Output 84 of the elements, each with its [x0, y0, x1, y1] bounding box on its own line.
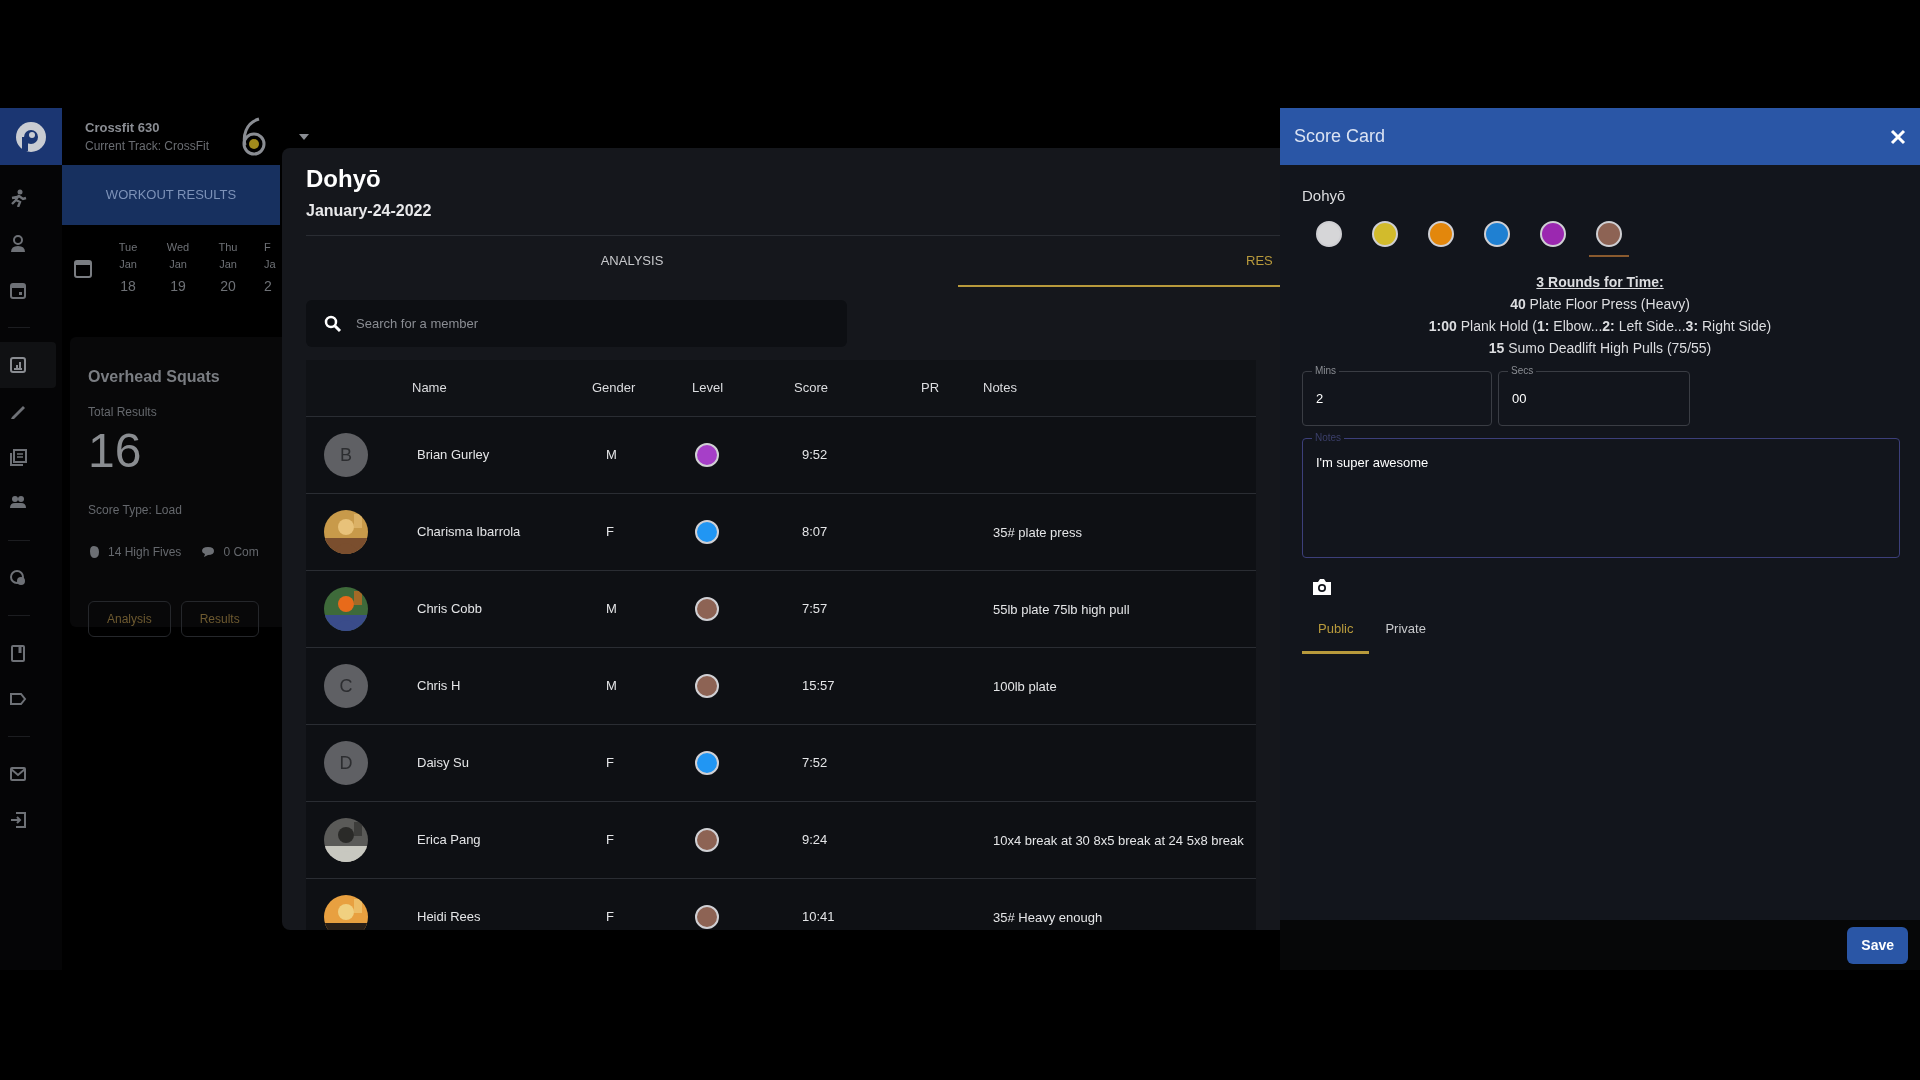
- tab[interactable]: Private: [1369, 607, 1442, 654]
- calendar-icon[interactable]: [74, 258, 92, 278]
- month-label: Jan: [119, 256, 137, 272]
- camera-icon[interactable]: [1311, 577, 1333, 596]
- mail-icon[interactable]: [9, 765, 27, 783]
- score-type: Score Type: Load: [88, 502, 183, 519]
- documents-icon[interactable]: [9, 448, 27, 466]
- notes-cell: 55lb plate 75lb high pull: [993, 602, 1130, 617]
- book-icon[interactable]: [9, 644, 27, 662]
- tab[interactable]: Public: [1302, 607, 1370, 654]
- gender-cell-text: M: [605, 677, 618, 696]
- card-title: Overhead Squats: [88, 367, 221, 387]
- comment-icon: [201, 546, 216, 558]
- member-name[interactable]: Chris Cobb: [412, 599, 592, 619]
- workout-title: Dohyō: [306, 164, 382, 194]
- score-cell-text: 8:07: [801, 523, 829, 542]
- caret-icon[interactable]: [299, 133, 310, 140]
- comments-count: 0 Com: [223, 544, 259, 561]
- total-label: Total Results: [88, 404, 158, 421]
- calendar-icon[interactable]: [9, 281, 27, 299]
- notes-cell: 100lb plate: [993, 679, 1057, 694]
- month-label: Ja: [264, 256, 276, 272]
- score-cell-text: 7:57: [801, 600, 829, 619]
- gender-cell-text: F: [605, 523, 615, 542]
- workout-name: Dohyō: [1302, 186, 1347, 206]
- score-cell-text: 9:52: [801, 446, 829, 465]
- gender-cell-text: F: [605, 831, 615, 850]
- workout-heading: 3 Rounds for Time:: [1536, 272, 1664, 292]
- close-icon[interactable]: [1890, 128, 1906, 145]
- weekday-label: Tue: [118, 240, 138, 255]
- gym-name: Crossfit 630: [85, 118, 161, 137]
- save-button[interactable]: Save: [1847, 926, 1908, 964]
- gender-cell-text: M: [605, 446, 618, 465]
- tab[interactable]: ANALYSIS: [306, 236, 958, 287]
- section-tab[interactable]: WORKOUT RESULTS: [62, 165, 280, 225]
- column-header: Level: [692, 379, 725, 398]
- member-name[interactable]: Erica Pang: [412, 830, 592, 850]
- column-header: Score: [794, 379, 829, 398]
- notes-cell: 10x4 break at 30 8x5 break at 24 5x8 break: [993, 833, 1244, 848]
- workout-line: 1:00 Plank Hold (1: Elbow...2: Left Side...3: Right Side): [1428, 316, 1772, 336]
- day-number[interactable]: 19: [170, 276, 186, 297]
- member-name[interactable]: Heidi Rees: [412, 907, 592, 927]
- tag-icon[interactable]: [9, 690, 27, 708]
- report-icon[interactable]: [9, 356, 27, 374]
- logo-icon[interactable]: [14, 119, 48, 154]
- member-name[interactable]: Charisma Ibarrola: [412, 522, 592, 542]
- notes-cell: 35# plate press: [993, 525, 1082, 540]
- month-label: Jan: [169, 256, 187, 272]
- current-track: Current Track: CrossFit: [85, 138, 210, 156]
- sign-in-icon[interactable]: [9, 811, 27, 829]
- workout-line: 40 Plate Floor Press (Heavy): [1510, 294, 1690, 314]
- workout-date: January-24-2022: [306, 201, 433, 221]
- member-name[interactable]: Chris H: [412, 676, 592, 696]
- score-cell-text: 10:41: [801, 908, 836, 927]
- total-count: 16: [88, 427, 143, 475]
- dialog-title: Score Card: [1294, 125, 1386, 148]
- month-label: Jan: [219, 256, 237, 272]
- day-number[interactable]: 2: [264, 276, 272, 297]
- score-cell-text: 15:57: [801, 677, 836, 696]
- workout-line: 15 Sumo Deadlift High Pulls (75/55): [1488, 338, 1712, 358]
- person-icon[interactable]: [9, 235, 27, 253]
- search-icon: [324, 315, 342, 333]
- runner-icon[interactable]: [9, 189, 27, 207]
- gender-cell-text: F: [605, 754, 615, 773]
- weekday-label: F: [264, 240, 271, 255]
- weekday-label: Thu: [218, 240, 238, 255]
- column-header: Gender: [592, 379, 637, 398]
- column-header: PR: [921, 379, 941, 398]
- high-fives: 14 High Fives: [108, 544, 182, 561]
- weekday-label: Wed: [166, 240, 190, 255]
- column-header: Notes: [983, 379, 1018, 398]
- gender-cell-text: M: [605, 600, 618, 619]
- member-name[interactable]: Brian Gurley: [412, 445, 592, 465]
- column-header: Name: [412, 379, 448, 398]
- day-number[interactable]: 20: [220, 276, 236, 297]
- search-field[interactable]: Search for a member: [306, 300, 847, 347]
- coins-icon[interactable]: [9, 569, 27, 587]
- score-cell-text: 7:52: [801, 754, 829, 773]
- notes-cell: 35# Heavy enough: [993, 910, 1103, 925]
- member-name[interactable]: Daisy Su: [412, 753, 592, 773]
- score-cell-text: 9:24: [801, 831, 829, 850]
- gender-cell-text: F: [605, 908, 615, 927]
- day-number[interactable]: 18: [120, 276, 136, 297]
- level-option[interactable]: [1589, 220, 1629, 257]
